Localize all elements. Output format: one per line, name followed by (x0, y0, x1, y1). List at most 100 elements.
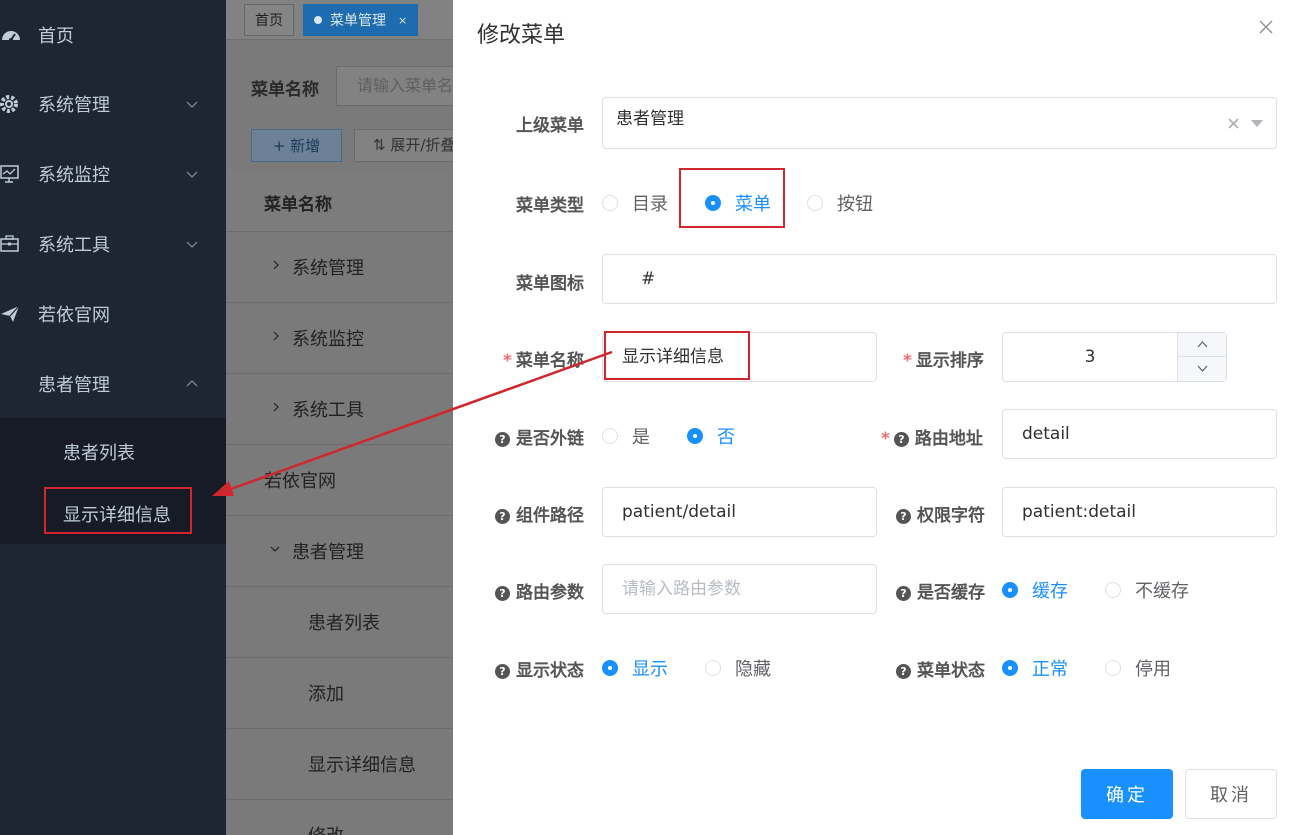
radio-circle (807, 195, 823, 211)
menu-type-label: 菜单类型 (516, 196, 584, 216)
is-external-radio-no[interactable]: 否 (687, 423, 735, 449)
tab-menu-management[interactable]: 菜单管理 × (303, 4, 419, 36)
table-row[interactable]: 添加 (226, 658, 453, 729)
menu-icon-input[interactable]: # (602, 254, 1277, 304)
table-row[interactable]: 系统监控 (226, 303, 453, 374)
radio-circle (705, 660, 721, 676)
radio-circle (1002, 660, 1018, 676)
question-icon[interactable]: ? (495, 586, 510, 601)
radio-label: 停用 (1135, 659, 1171, 680)
confirm-button[interactable]: 确定 (1081, 769, 1173, 819)
radio-circle (1105, 582, 1121, 598)
route-path-input[interactable]: detail (1002, 409, 1277, 459)
sidebar-subitem-patient-list[interactable]: 患者列表 (63, 439, 135, 465)
table-row[interactable]: 患者管理 (226, 516, 453, 587)
sidebar-item-label: 首页 (38, 26, 74, 47)
cancel-button[interactable]: 取消 (1185, 769, 1277, 819)
chevron-up-icon (1197, 341, 1208, 348)
decrease-button[interactable] (1178, 357, 1227, 381)
permission-input[interactable]: patient:detail (1002, 487, 1277, 537)
component-path-value: patient/detail (622, 502, 737, 522)
row-label: 系统管理 (292, 258, 364, 279)
visible-radio-show[interactable]: 显示 (602, 655, 668, 681)
close-icon[interactable]: × (398, 14, 407, 27)
is-external-radio-yes[interactable]: 是 (602, 423, 650, 449)
radio-label: 正常 (1032, 659, 1068, 680)
toolbox-icon (0, 235, 19, 252)
increase-button[interactable] (1178, 333, 1227, 357)
chevron-up-icon (186, 380, 198, 387)
sidebar-item-ruoyi-site[interactable]: 若依官网 (0, 279, 226, 349)
question-icon[interactable]: ? (896, 509, 911, 524)
row-label: 若依官网 (264, 471, 336, 492)
route-params-label: ? 路由参数 (495, 578, 584, 603)
permission-value: patient:detail (1022, 502, 1137, 522)
table-row[interactable]: 系统管理 (226, 232, 453, 303)
chevron-right-icon[interactable] (271, 331, 281, 341)
is-cache-radio-no-cache[interactable]: 不缓存 (1105, 577, 1189, 603)
radio-label: 是 (632, 427, 650, 448)
menu-type-radio-button[interactable]: 按钮 (807, 190, 873, 216)
sidebar-item-label: 患者管理 (38, 375, 110, 396)
permission-label: ? 权限字符 (896, 501, 985, 526)
sidebar-item-system-management[interactable]: 系统管理 (0, 69, 226, 139)
radio-circle (687, 428, 703, 444)
monitor-icon (0, 165, 19, 183)
annotation-box-menu-name (604, 331, 750, 380)
radio-label: 不缓存 (1135, 581, 1189, 602)
route-params-input[interactable]: 请输入路由参数 (602, 564, 877, 614)
caret-down-icon[interactable] (1251, 120, 1263, 127)
sidebar-item-system-monitor[interactable]: 系统监控 (0, 139, 226, 209)
table-row[interactable]: 显示详细信息 (226, 729, 453, 800)
table-row[interactable]: 若依官网 (226, 445, 453, 516)
question-icon[interactable]: ? (893, 432, 909, 447)
question-icon[interactable]: ? (495, 509, 510, 524)
radio-circle (1105, 660, 1121, 676)
sort-order-value[interactable]: 3 (1003, 333, 1177, 381)
tab-home[interactable]: 首页 (244, 4, 294, 36)
row-label: 患者管理 (292, 542, 364, 563)
dashboard-icon (2, 31, 20, 42)
question-icon[interactable]: ? (896, 586, 911, 601)
parent-menu-select[interactable]: 患者管理 (602, 97, 1277, 149)
required-mark: * (881, 429, 890, 449)
table-row[interactable]: 修改 (226, 800, 453, 835)
component-path-input[interactable]: patient/detail (602, 487, 877, 537)
sidebar-item-patient-management[interactable]: 患者管理 (0, 349, 226, 419)
tab-active-dot (314, 16, 322, 24)
menu-type-radio-directory[interactable]: 目录 (602, 190, 668, 216)
sidebar-item-home[interactable]: 首页 (0, 0, 226, 70)
table-row[interactable]: 患者列表 (226, 587, 453, 658)
is-cache-label: ? 是否缓存 (896, 578, 985, 603)
status-radio-normal[interactable]: 正常 (1002, 655, 1068, 681)
row-label: 添加 (308, 684, 344, 705)
expand-collapse-button[interactable]: ⇅ 展开/折叠 (354, 129, 453, 162)
status-radio-disabled[interactable]: 停用 (1105, 655, 1171, 681)
chevron-right-icon[interactable] (271, 260, 281, 270)
question-icon[interactable]: ? (495, 432, 510, 447)
radio-label: 显示 (632, 659, 668, 680)
menu-name-search-input[interactable]: 请输入菜单名称 (336, 66, 453, 106)
add-button[interactable]: + 新增 (251, 129, 342, 162)
clear-icon[interactable] (1228, 118, 1239, 129)
visible-radio-hide[interactable]: 隐藏 (705, 655, 771, 681)
menu-icon-value: # (641, 269, 656, 289)
row-label: 系统工具 (292, 400, 364, 421)
close-icon[interactable] (1257, 18, 1275, 36)
table-header: 菜单名称 (226, 170, 453, 232)
is-cache-radio-cache[interactable]: 缓存 (1002, 577, 1068, 603)
sort-order-stepper[interactable]: 3 (1002, 332, 1227, 382)
sidebar-item-system-tools[interactable]: 系统工具 (0, 209, 226, 279)
question-icon[interactable]: ? (495, 664, 510, 679)
status-label: ? 菜单状态 (896, 656, 985, 681)
question-icon[interactable]: ? (896, 664, 911, 679)
chevron-down-icon[interactable] (270, 544, 280, 554)
chevron-right-icon[interactable] (271, 402, 281, 412)
visible-label: ? 显示状态 (495, 656, 584, 681)
is-external-label: ? 是否外链 (495, 424, 584, 449)
parent-menu-value: 患者管理 (616, 109, 684, 129)
column-header-menu-name: 菜单名称 (264, 195, 332, 215)
route-path-value: detail (1022, 424, 1070, 444)
table-row[interactable]: 系统工具 (226, 374, 453, 445)
stepper-controls (1177, 333, 1227, 381)
